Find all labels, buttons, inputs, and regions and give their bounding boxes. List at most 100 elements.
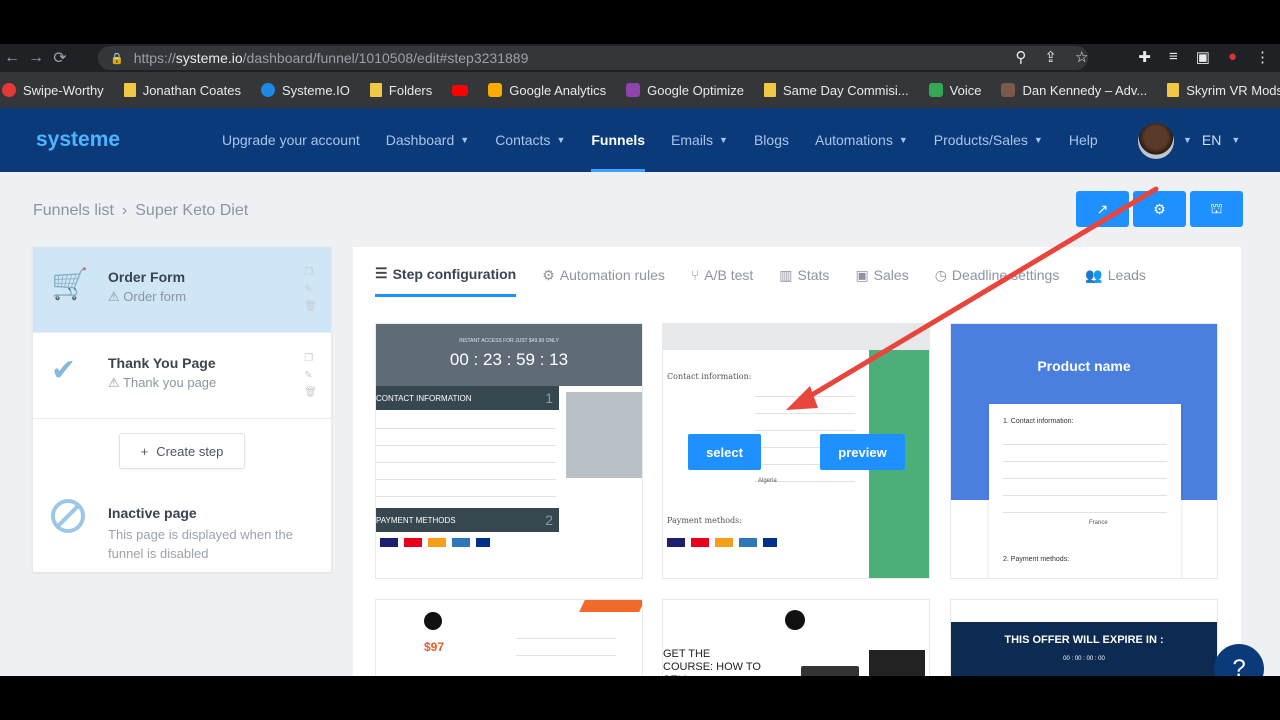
- payment-logos: [667, 538, 777, 547]
- forward-icon[interactable]: →: [24, 49, 48, 67]
- step-order-form[interactable]: 🛒 Order Form ⚠ Order form ❐ ✎ 🗑: [33, 247, 331, 333]
- screen: ← → ⟳ 🔒 https://systeme.io/dashboard/fun…: [0, 44, 1280, 676]
- main-panel: ☰ Step configuration ⚙ Automation rules ⑂ A…: [353, 247, 1241, 676]
- folder-icon: [369, 83, 382, 97]
- template-thumbnail[interactable]: Product name 1. Contact information: Fra…: [950, 323, 1218, 579]
- copy-icon[interactable]: ❐: [304, 267, 317, 278]
- bookmark[interactable]: Google Analytics: [488, 83, 606, 98]
- template-header: [951, 600, 1217, 622]
- logo-placeholder: [785, 610, 805, 630]
- lock-icon: 🔒: [110, 52, 124, 65]
- settings-button[interactable]: ⚙: [1133, 191, 1186, 227]
- create-step-button[interactable]: + Create step: [119, 433, 245, 469]
- nav-emails[interactable]: Emails ▼: [658, 108, 741, 172]
- template-label: Payment methods:: [667, 516, 742, 525]
- nav-dashboard[interactable]: Dashboard ▼: [373, 108, 482, 172]
- tab-deadline-settings[interactable]: ◷ Deadline settings: [935, 265, 1060, 297]
- tab-step-configuration[interactable]: ☰ Step configuration: [375, 265, 517, 297]
- url-text: https://systeme.io/dashboard/funnel/1010…: [133, 50, 529, 66]
- logo[interactable]: systeme: [36, 128, 209, 152]
- youtube-icon: [452, 84, 469, 96]
- nav-products-sales[interactable]: Products/Sales ▼: [921, 108, 1056, 172]
- bookmark[interactable]: Folders: [369, 83, 432, 98]
- template-thumbnail[interactable]: INSTANT ACCESS FOR JUST $49.99 ONLY 00 :…: [375, 323, 643, 579]
- prohibited-icon: [51, 499, 85, 533]
- bookmark-icon: [1001, 83, 1016, 97]
- bookmark[interactable]: Voice: [928, 83, 981, 98]
- template-thumbnail[interactable]: GET THE COURSE: HOW TO SELL: [662, 599, 930, 676]
- media-icon[interactable]: ≡: [1169, 48, 1178, 66]
- star-icon[interactable]: ☆: [1075, 48, 1088, 66]
- trash-icon[interactable]: 🗑: [304, 387, 317, 398]
- template-section: PAYMENT METHODS 2: [376, 508, 559, 532]
- nav-blogs[interactable]: Blogs: [741, 108, 802, 172]
- inactive-page-text: This page is displayed when the funnel i…: [108, 527, 294, 561]
- cart-icon: 🛒: [51, 268, 89, 301]
- bookmark-icon: [260, 83, 275, 97]
- nav-help[interactable]: Help: [1056, 108, 1111, 172]
- voice-icon: [928, 83, 943, 97]
- back-icon[interactable]: ←: [0, 49, 24, 67]
- menu-icon[interactable]: ⋮: [1255, 48, 1270, 66]
- chevron-down-icon: ▼: [1231, 135, 1241, 145]
- edit-icon[interactable]: ✎: [304, 370, 317, 381]
- split-icon: ⑂: [690, 267, 700, 283]
- bookmark[interactable]: Swipe-Worthy: [2, 83, 104, 98]
- step-subtitle: ⚠ Order form: [108, 289, 187, 304]
- steps-panel: 🛒 Order Form ⚠ Order form ❐ ✎ 🗑 ✔ Thank Yo…: [33, 247, 331, 572]
- nav-contacts[interactable]: Contacts ▼: [482, 108, 578, 172]
- edit-icon[interactable]: ✎: [304, 284, 317, 295]
- trash-icon[interactable]: 🗑: [304, 301, 317, 312]
- share-icon[interactable]: ⇪: [1044, 48, 1057, 66]
- breadcrumb-separator: ›: [121, 202, 128, 219]
- chevron-down-icon: ▼: [719, 135, 728, 145]
- language-select[interactable]: ▼ EN ▼: [1183, 132, 1240, 148]
- tab-automation-rules[interactable]: ⚙ Automation rules: [542, 265, 665, 297]
- copy-icon[interactable]: ❐: [304, 353, 317, 364]
- template-image: [869, 650, 925, 676]
- template-headline: GET THE COURSE: HOW TO SELL: [663, 648, 761, 676]
- countdown: 00 : 00 : 00 : 00: [1063, 656, 1105, 662]
- chevron-down-icon: ▼: [898, 135, 908, 145]
- tab-sales[interactable]: ▣ Sales: [855, 265, 908, 297]
- nav-automations[interactable]: Automations ▼: [802, 108, 921, 172]
- template-form-card: 1. Contact information: France 2. Paymen…: [989, 404, 1181, 578]
- nav-funnels[interactable]: Funnels: [578, 108, 658, 172]
- zoom-icon[interactable]: ⚲: [1015, 48, 1026, 66]
- tab-leads[interactable]: 👥 Leads: [1085, 265, 1146, 297]
- bookmark[interactable]: Google Optimize: [626, 83, 744, 98]
- funnel-actions: ↗ ⚙ ⛫: [1076, 191, 1243, 227]
- step-thank-you-page[interactable]: ✔ Thank You Page ⚠ Thank you page ❐ ✎ 🗑: [33, 333, 331, 419]
- bookmark[interactable]: Same Day Commisi...: [763, 83, 909, 98]
- inactive-page-title[interactable]: Inactive page: [108, 505, 197, 521]
- avatar[interactable]: [1138, 123, 1174, 159]
- bookmark[interactable]: Dan Kennedy – Adv...: [1001, 83, 1147, 98]
- bookmark[interactable]: Systeme.IO: [260, 83, 350, 98]
- template-thumbnail[interactable]: $97: [375, 599, 643, 676]
- tab-ab-test[interactable]: ⑂ A/B test: [691, 265, 753, 297]
- money-icon: ▣: [855, 266, 869, 283]
- profile-icon[interactable]: ●: [1228, 48, 1237, 66]
- template-thumbnail[interactable]: Contact information: Algeria Payment met…: [662, 323, 930, 579]
- payment-logos: [380, 538, 490, 547]
- reload-icon[interactable]: ⟳: [48, 48, 72, 68]
- bookmark[interactable]: Skyrim VR Mods: [1167, 83, 1280, 98]
- image-placeholder: [566, 392, 642, 478]
- tab-stats[interactable]: ▥ Stats: [779, 265, 829, 297]
- chevron-down-icon: ▼: [460, 135, 470, 145]
- bookmark[interactable]: Jonathan Coates: [123, 83, 241, 98]
- marketplace-button[interactable]: ⛫: [1190, 191, 1243, 227]
- template-thumbnail[interactable]: THIS OFFER WILL EXPIRE IN : 00 : 00 : 00…: [950, 599, 1218, 676]
- chart-icon: ▥: [779, 266, 793, 283]
- window-icon[interactable]: ▣: [1196, 48, 1210, 66]
- bookmark[interactable]: [452, 84, 469, 96]
- address-bar[interactable]: 🔒 https://systeme.io/dashboard/funnel/10…: [98, 46, 1088, 70]
- step-subtitle: ⚠ Thank you page: [108, 375, 217, 390]
- folder-icon: [763, 83, 776, 97]
- select-template-button[interactable]: select: [688, 434, 761, 470]
- open-external-button[interactable]: ↗: [1076, 191, 1129, 227]
- preview-template-button[interactable]: preview: [820, 434, 905, 470]
- extensions-icon[interactable]: ✚: [1138, 48, 1151, 66]
- breadcrumb-funnels-list[interactable]: Funnels list: [33, 202, 114, 220]
- nav-upgrade[interactable]: Upgrade your account: [209, 108, 373, 172]
